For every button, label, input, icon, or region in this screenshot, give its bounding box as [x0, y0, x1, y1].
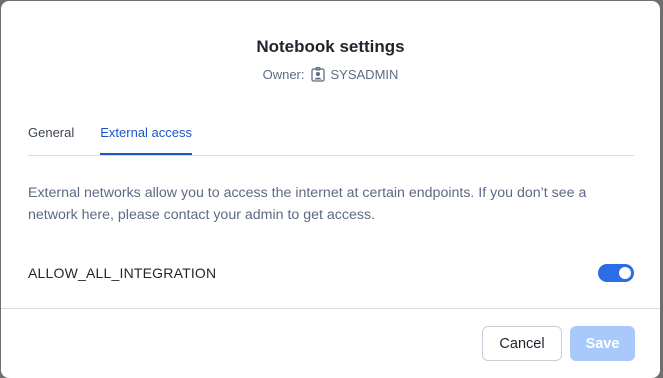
settings-tabs: General External access — [28, 125, 634, 156]
tab-external-access[interactable]: External access — [100, 125, 193, 155]
toggle-knob — [619, 267, 631, 279]
owner-info: Owner: SYSADMIN — [1, 67, 660, 82]
footer-divider — [1, 308, 660, 309]
dialog-title: Notebook settings — [256, 37, 405, 56]
external-access-description: External networks allow you to access th… — [28, 185, 587, 223]
integration-row: ALLOW_ALL_INTEGRATION — [28, 263, 634, 283]
owner-name: SYSADMIN — [330, 67, 399, 82]
notebook-settings-dialog: Notebook settings Owner: SYSADMIN Genera… — [1, 1, 660, 378]
integration-name: ALLOW_ALL_INTEGRATION — [28, 265, 217, 281]
cancel-button[interactable]: Cancel — [482, 326, 562, 361]
owner-label: Owner: — [262, 67, 305, 82]
tab-general[interactable]: General — [28, 125, 74, 155]
save-button[interactable]: Save — [570, 326, 635, 361]
integration-toggle[interactable] — [598, 264, 634, 282]
user-badge-icon — [310, 67, 325, 82]
